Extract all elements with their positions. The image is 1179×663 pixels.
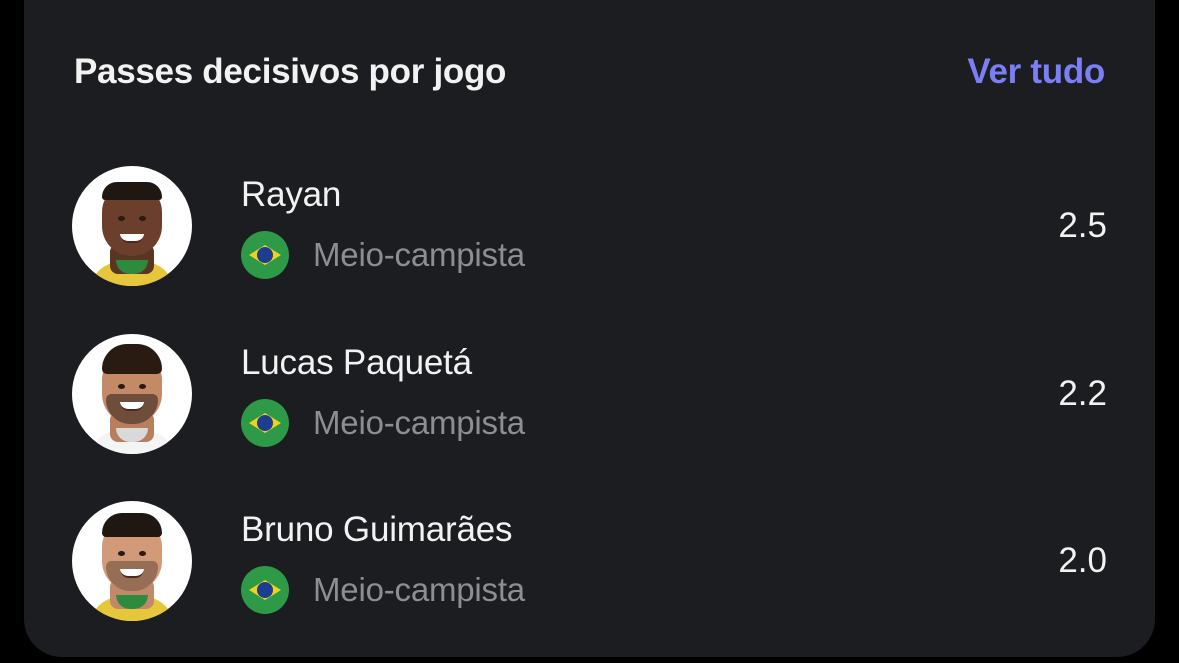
player-avatar bbox=[72, 334, 192, 454]
brazil-flag-icon bbox=[241, 399, 289, 447]
player-row[interactable]: Rayan Meio-campista 2.5 bbox=[72, 164, 1107, 288]
see-all-link[interactable]: Ver tudo bbox=[967, 52, 1105, 92]
player-avatar bbox=[72, 501, 192, 621]
player-avatar bbox=[72, 166, 192, 286]
player-row[interactable]: Lucas Paquetá Meio-campista 2.2 bbox=[72, 332, 1107, 456]
player-position: Meio-campista bbox=[313, 571, 525, 608]
card-header: Passes decisivos por jogo Ver tudo bbox=[74, 44, 1105, 100]
player-name: Bruno Guimarães bbox=[241, 510, 513, 549]
player-meta: Meio-campista bbox=[241, 566, 1027, 614]
player-position: Meio-campista bbox=[313, 236, 525, 273]
stat-value: 2.5 bbox=[1058, 206, 1107, 245]
stat-value: 2.0 bbox=[1058, 541, 1107, 580]
player-row[interactable]: Bruno Guimarães Meio-campista 2.0 bbox=[72, 499, 1107, 623]
player-meta: Meio-campista bbox=[241, 399, 1027, 447]
player-position: Meio-campista bbox=[313, 404, 525, 441]
player-meta: Meio-campista bbox=[241, 231, 1027, 279]
player-name: Rayan bbox=[241, 175, 342, 214]
player-name: Lucas Paquetá bbox=[241, 343, 472, 382]
stat-value: 2.2 bbox=[1058, 374, 1107, 413]
player-info: Lucas Paquetá Meio-campista bbox=[241, 341, 1027, 447]
player-info: Rayan Meio-campista bbox=[241, 173, 1027, 279]
player-info: Bruno Guimarães Meio-campista bbox=[241, 508, 1027, 614]
brazil-flag-icon bbox=[241, 231, 289, 279]
brazil-flag-icon bbox=[241, 566, 289, 614]
card-title: Passes decisivos por jogo bbox=[74, 52, 507, 91]
